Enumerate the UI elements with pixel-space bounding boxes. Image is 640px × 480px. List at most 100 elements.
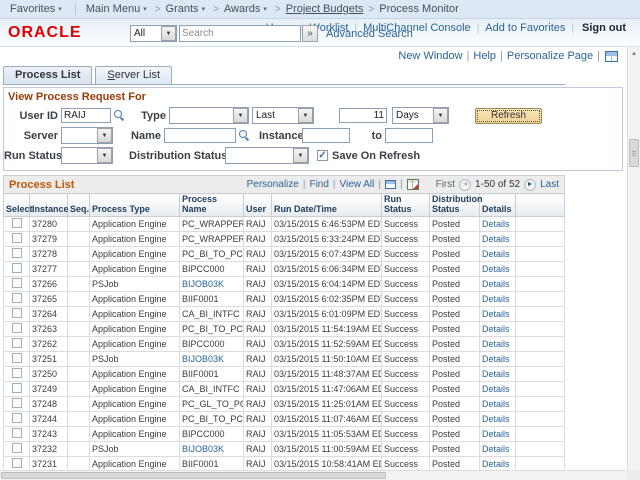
row-select-checkbox[interactable] [12,293,22,303]
help-link[interactable]: Help [473,50,496,62]
row-select-checkbox[interactable] [12,398,22,408]
vertical-scrollbar-thumb[interactable] [629,139,639,167]
row-select-checkbox[interactable] [12,353,22,363]
header-link[interactable]: Add to Favorites [485,22,565,34]
row-select-checkbox[interactable] [12,218,22,228]
row-select-checkbox[interactable] [12,248,22,258]
details-link[interactable]: Details [482,219,510,229]
process-name-link[interactable]: BIJOB03K [182,444,224,454]
select-cell [4,336,30,351]
page-layout-icon[interactable] [605,51,618,62]
instance-cell: 37264 [30,306,68,321]
scroll-up-icon[interactable]: ▲ [628,47,640,60]
find-link[interactable]: Find [309,179,328,190]
server-select[interactable]: ▼ [61,127,113,144]
details-link[interactable]: Details [482,384,510,394]
last-page-link[interactable]: Last [540,179,559,190]
row-select-checkbox[interactable] [12,428,22,438]
details-link[interactable]: Details [482,294,510,304]
breadcrumb-item[interactable]: Process Monitor [379,3,458,15]
name-input[interactable] [164,128,236,143]
user-cell: RAIJ [244,366,272,381]
row-select-checkbox[interactable] [12,413,22,423]
instance-to-input[interactable] [385,128,433,143]
row-select-checkbox[interactable] [12,368,22,378]
details-link[interactable]: Details [482,324,510,334]
search-input[interactable] [179,25,301,42]
type-select[interactable]: ▼ [169,107,249,124]
last-number-input[interactable] [339,108,387,123]
details-link[interactable]: Details [482,264,510,274]
download-to-excel-icon[interactable] [407,179,419,190]
breadcrumb-item[interactable]: Awards [224,3,260,15]
tab-process-list[interactable]: Process List [3,66,92,84]
details-link[interactable]: Details [482,414,510,424]
row-select-checkbox[interactable] [12,323,22,333]
first-page-link[interactable]: First [436,179,455,190]
details-link[interactable]: Details [482,279,510,289]
details-link[interactable]: Details [482,399,510,409]
instance-cell: 37250 [30,366,68,381]
details-link[interactable]: Details [482,459,510,469]
personalize-page-link[interactable]: Personalize Page [507,50,593,62]
refresh-button[interactable]: Refresh [475,108,542,124]
breadcrumb-item[interactable]: Project Budgets [286,3,364,15]
row-select-checkbox[interactable] [12,383,22,393]
details-link[interactable]: Details [482,309,510,319]
chevron-down-icon: ▼ [97,128,112,143]
days-select[interactable]: Days ▼ [392,107,449,124]
process-name-link[interactable]: BIJOB03K [182,279,224,289]
zoom-grid-icon[interactable] [385,180,396,189]
advanced-search-link[interactable]: Advanced Search [326,28,413,40]
personalize-link[interactable]: Personalize [247,179,299,190]
search-go-button[interactable]: » [302,25,318,42]
status-cell: Success [382,216,430,231]
breadcrumb-item[interactable]: Grants [166,3,199,15]
details-link[interactable]: Details [482,444,510,454]
details-link[interactable]: Details [482,249,510,259]
tab-server-list[interactable]: Server List [95,66,172,84]
column-header-details: Details [480,194,516,217]
row-select-checkbox[interactable] [12,308,22,318]
oracle-logo: ORACLE [8,24,82,42]
datetime-cell: 03/15/2015 6:33:24PM EDT [272,231,382,246]
sign-out-link[interactable]: Sign out [582,22,626,34]
details-link[interactable]: Details [482,369,510,379]
row-select-checkbox[interactable] [12,263,22,273]
breadcrumb-item[interactable]: Favorites [10,3,55,15]
distribution-status-select[interactable]: ▼ [225,147,309,164]
row-select-checkbox[interactable] [12,338,22,348]
type-label: Type [136,110,166,122]
previous-page-icon[interactable]: ◄ [459,179,471,191]
instance-from-input[interactable] [302,128,350,143]
row-select-checkbox[interactable] [12,233,22,243]
user-id-input[interactable] [61,108,111,123]
filler-cell [516,381,565,396]
breadcrumb-item[interactable]: Main Menu [86,3,140,15]
row-select-checkbox[interactable] [12,278,22,288]
horizontal-scrollbar-thumb[interactable] [1,472,386,479]
details-link[interactable]: Details [482,234,510,244]
process-name-link[interactable]: BIJOB03K [182,354,224,364]
save-on-refresh-checkbox[interactable] [317,150,328,161]
user-id-lookup-icon[interactable] [113,109,126,122]
search-scope-select[interactable]: All ▼ [130,25,177,42]
view-all-link[interactable]: View All [340,179,375,190]
new-window-link[interactable]: New Window [398,50,462,62]
table-row: 37244Application EnginePC_BI_TO_PCRAIJ03… [4,411,565,426]
last-select[interactable]: Last ▼ [252,107,314,124]
row-select-checkbox[interactable] [12,458,22,468]
filler-cell [516,336,565,351]
status-cell: Success [382,411,430,426]
table-row: 37280Application EnginePC_WRAPPERRAIJ03/… [4,216,565,231]
horizontal-scrollbar[interactable] [0,470,627,480]
vertical-scrollbar[interactable]: ▲ [627,47,640,470]
details-link[interactable]: Details [482,429,510,439]
details-link[interactable]: Details [482,339,510,349]
details-link[interactable]: Details [482,354,510,364]
process-table-body: 37280Application EnginePC_WRAPPERRAIJ03/… [4,216,565,480]
row-select-checkbox[interactable] [12,443,22,453]
name-lookup-icon[interactable] [238,129,251,142]
next-page-icon[interactable]: ► [524,179,536,191]
run-status-select[interactable]: ▼ [61,147,113,164]
